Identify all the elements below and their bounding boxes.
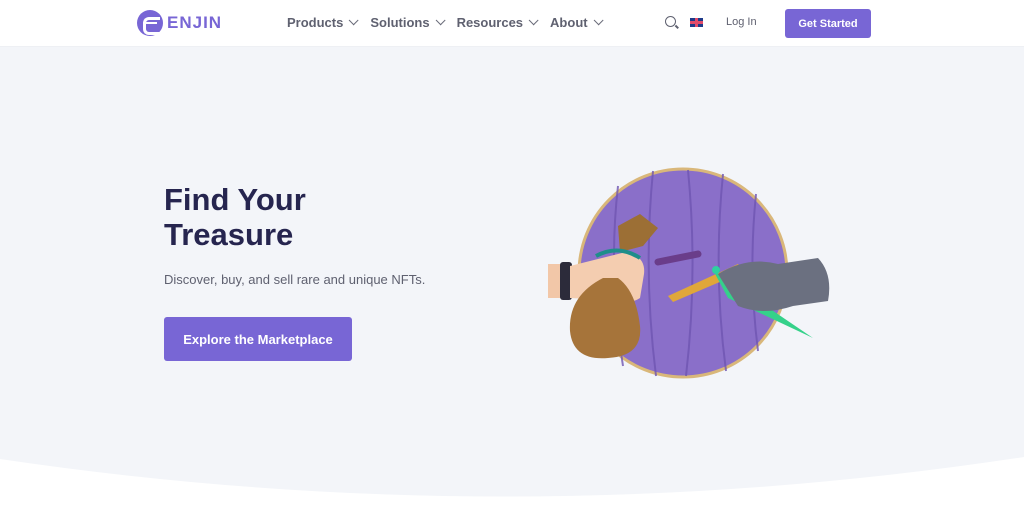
enjin-logo[interactable]: ENJIN — [137, 10, 222, 36]
hero-title-line2: Treasure — [164, 217, 294, 252]
hero-title-line1: Find Your — [164, 182, 306, 217]
menu-about[interactable]: About — [550, 15, 604, 30]
menu-products[interactable]: Products — [287, 15, 359, 30]
menu-resources[interactable]: Resources — [456, 15, 539, 30]
menu-label: Products — [287, 15, 344, 30]
chevron-down-icon — [593, 15, 604, 26]
hero-section — [0, 47, 1024, 516]
get-started-button[interactable]: Get Started — [785, 9, 871, 38]
menu-solutions[interactable]: Solutions — [370, 15, 446, 30]
treasure-trade-illustration — [548, 166, 838, 381]
chevron-down-icon — [435, 15, 446, 26]
menu-label: About — [550, 15, 588, 30]
menu-label: Resources — [456, 15, 524, 30]
uk-flag-icon[interactable] — [690, 18, 703, 27]
hero-title: Find Your Treasure — [164, 182, 464, 252]
hero-subtitle: Discover, buy, and sell rare and unique … — [164, 272, 426, 287]
top-navbar: ENJIN Products Solutions Resources About… — [0, 0, 1024, 47]
chevron-down-icon — [528, 15, 539, 26]
main-menu: Products Solutions Resources About — [287, 15, 604, 30]
logo-text: ENJIN — [167, 13, 223, 32]
menu-label: Solutions — [370, 15, 430, 30]
explore-marketplace-button[interactable]: Explore the Marketplace — [164, 317, 352, 361]
chevron-down-icon — [349, 15, 359, 26]
search-icon[interactable] — [665, 16, 676, 27]
login-link[interactable]: Log In — [726, 16, 757, 28]
enjin-logo-icon — [137, 10, 163, 36]
